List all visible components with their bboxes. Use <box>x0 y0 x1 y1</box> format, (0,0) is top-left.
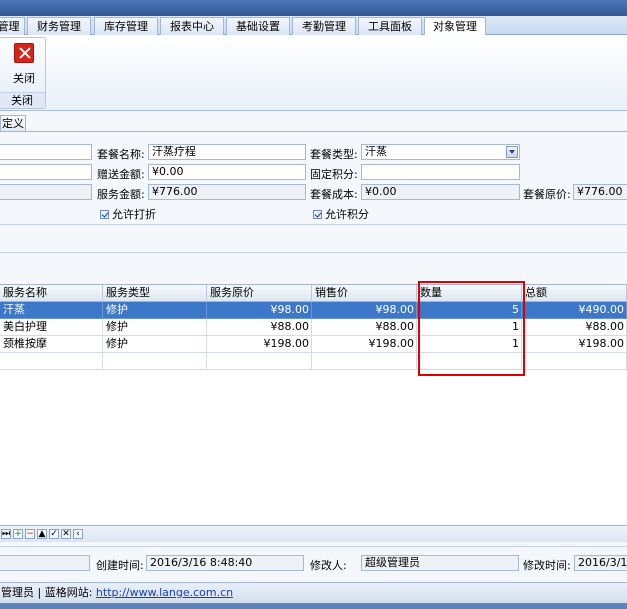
cell-empty <box>522 353 627 370</box>
document-tab-divider <box>0 131 627 132</box>
column-header-service-name[interactable]: 服务名称 <box>0 285 103 302</box>
section-divider <box>0 224 627 225</box>
gift-amount-field[interactable]: ¥0.00 <box>148 164 306 180</box>
allow-points-checkbox[interactable]: 允许积分 <box>313 206 369 222</box>
table-row[interactable]: 美白护理 修护 ¥88.00 ¥88.00 1 ¥88.00 <box>0 319 627 336</box>
column-header-total[interactable]: 总额 <box>522 285 627 302</box>
created-time-label: 创建时间: <box>96 559 144 572</box>
title-bar <box>0 0 627 16</box>
cell-service-name: 汗蒸 <box>0 302 103 319</box>
ribbon-group-close: 关闭 关闭 <box>0 37 46 109</box>
package-cost-field: ¥0.00 <box>361 184 520 200</box>
tab-objects[interactable]: 对象管理 <box>424 17 486 36</box>
package-code-field[interactable] <box>0 144 92 160</box>
table-row[interactable]: 汗蒸 修护 ¥98.00 ¥98.00 5 ¥490.00 <box>0 302 627 319</box>
gift-amount-label: 赠送金额: <box>97 168 145 181</box>
cell-total: ¥198.00 <box>522 336 627 353</box>
modifier-label: 修改人: <box>310 559 347 572</box>
cell-original-price: ¥198.00 <box>207 336 312 353</box>
tab-inventory[interactable]: 库存管理 <box>94 17 158 35</box>
cell-original-price: ¥98.00 <box>207 302 312 319</box>
package-form: 套餐名称: 汗蒸疗程 套餐类型: 汗蒸 赠送金额: ¥0.00 固定积分: 服务… <box>0 133 627 253</box>
tab-reports[interactable]: 报表中心 <box>160 17 224 35</box>
service-amount-field: ¥776.00 <box>148 184 306 200</box>
ribbon-group-label: 关闭 <box>0 92 45 108</box>
cell-empty <box>207 353 312 370</box>
cell-sale-price: ¥98.00 <box>312 302 417 319</box>
fixed-points-label: 固定积分: <box>310 168 358 181</box>
allow-points-label: 允许积分 <box>325 208 369 221</box>
package-type-label: 套餐类型: <box>310 148 358 161</box>
column-header-sale-price[interactable]: 销售价 <box>312 285 417 302</box>
package-type-value: 汗蒸 <box>365 145 387 158</box>
status-bar: 管理员 | 蓝格网站: http://www.lange.com.cn <box>0 582 627 603</box>
window-bottom-edge <box>0 603 627 609</box>
cell-service-type: 修护 <box>103 302 207 319</box>
website-link[interactable]: http://www.lange.com.cn <box>96 586 233 599</box>
cell-total: ¥88.00 <box>522 319 627 336</box>
close-icon <box>14 43 34 63</box>
chevron-down-icon[interactable] <box>506 146 518 158</box>
creator-field <box>0 555 90 571</box>
modified-time-label: 修改时间: <box>523 559 571 572</box>
filter-icon[interactable]: ‹ <box>73 529 83 539</box>
delete-row-icon[interactable]: − <box>25 529 35 539</box>
tab-management[interactable]: 管理理 <box>0 17 25 50</box>
modifier-field: 超级管理员 <box>361 555 519 571</box>
package-type-select[interactable]: 汗蒸 <box>361 144 520 160</box>
table-row-empty[interactable] <box>0 353 627 370</box>
cell-service-type: 修护 <box>103 319 207 336</box>
column-header-service-type[interactable]: 服务类型 <box>103 285 207 302</box>
cell-original-price: ¥88.00 <box>207 319 312 336</box>
cell-empty <box>312 353 417 370</box>
main-tab-bar: 管理理 财务管理 库存管理 报表中心 基础设置 考勤管理 工具面板 对象管理 <box>0 16 627 50</box>
package-desc-field[interactable] <box>0 164 92 180</box>
cell-total: ¥490.00 <box>522 302 627 319</box>
ribbon: 关闭 关闭 <box>0 35 627 111</box>
tab-tools[interactable]: 工具面板 <box>358 17 422 35</box>
confirm-icon[interactable]: ✓ <box>49 529 59 539</box>
cell-empty <box>103 353 207 370</box>
cell-service-name: 颈椎按摩 <box>0 336 103 353</box>
checkbox-checked-icon <box>100 210 109 219</box>
grid-navigator: ⏭ + − ▲ ✓ ✕ ‹ <box>0 525 627 542</box>
close-button-label: 关闭 <box>13 72 35 85</box>
section-divider <box>0 252 627 253</box>
modified-time-field: 2016/3/16 <box>574 555 627 571</box>
fixed-points-field[interactable] <box>361 164 520 180</box>
record-footer: 创建时间: 2016/3/16 8:48:40 修改人: 超级管理员 修改时间:… <box>0 546 627 582</box>
cancel-edit-icon[interactable]: ✕ <box>61 529 71 539</box>
edit-row-icon[interactable]: ▲ <box>37 529 47 539</box>
tab-attendance[interactable]: 考勤管理 <box>292 17 356 35</box>
tab-basic-settings[interactable]: 基础设置 <box>226 17 290 35</box>
allow-discount-label: 允许打折 <box>112 208 156 221</box>
quantity-column-highlight <box>418 281 525 376</box>
package-orig-price-field: ¥776.00 <box>573 184 627 200</box>
cell-sale-price: ¥198.00 <box>312 336 417 353</box>
status-user-text: 管理员 | 蓝格网站: <box>1 586 93 599</box>
readonly-field <box>0 184 92 200</box>
package-name-field[interactable]: 汗蒸疗程 <box>148 144 306 160</box>
last-record-icon[interactable]: ⏭ <box>1 529 11 539</box>
tab-finance[interactable]: 财务管理 <box>27 17 91 35</box>
cell-sale-price: ¥88.00 <box>312 319 417 336</box>
close-button[interactable]: 关闭 <box>11 43 37 89</box>
allow-discount-checkbox[interactable]: 允许打折 <box>100 206 156 222</box>
column-header-original-price[interactable]: 服务原价 <box>207 285 312 302</box>
service-amount-label: 服务金额: <box>97 188 145 201</box>
package-orig-price-label: 套餐原价: <box>523 188 571 201</box>
cell-service-name: 美白护理 <box>0 319 103 336</box>
checkbox-checked-icon <box>313 210 322 219</box>
cell-service-type: 修护 <box>103 336 207 353</box>
package-cost-label: 套餐成本: <box>310 188 358 201</box>
add-row-icon[interactable]: + <box>13 529 23 539</box>
table-row[interactable]: 颈椎按摩 修护 ¥198.00 ¥198.00 1 ¥198.00 <box>0 336 627 353</box>
package-name-label: 套餐名称: <box>97 148 145 161</box>
created-time-field: 2016/3/16 8:48:40 <box>146 555 304 571</box>
document-tab[interactable]: 定义 <box>0 115 26 132</box>
service-grid: 服务名称 服务类型 服务原价 销售价 数量 总额 汗蒸 修护 ¥98.00 ¥9… <box>0 284 627 524</box>
cell-empty <box>0 353 103 370</box>
